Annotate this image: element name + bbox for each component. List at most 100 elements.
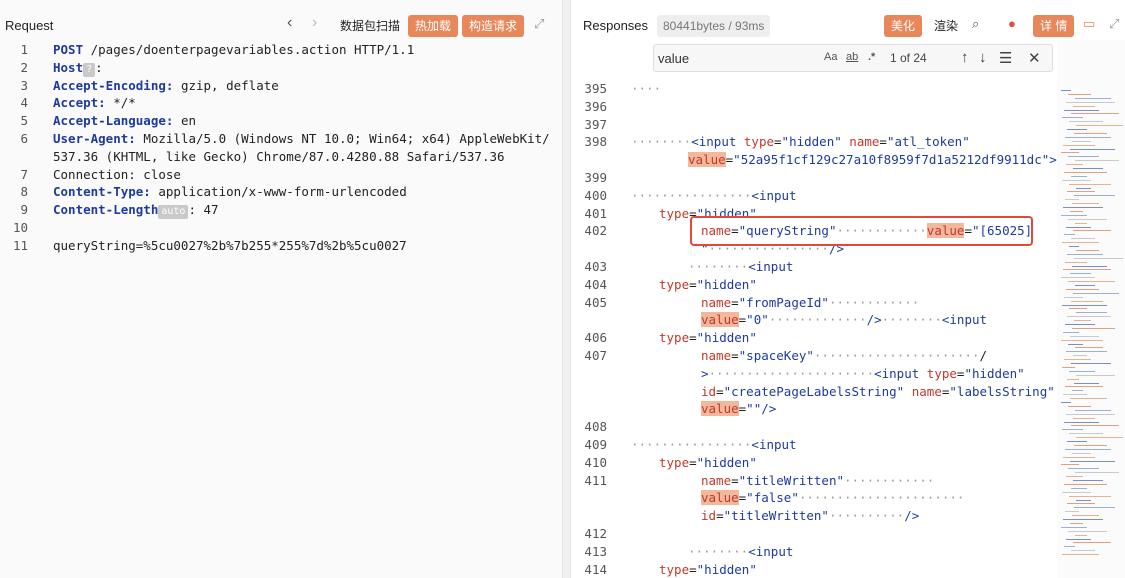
minimap-stroke [1070, 398, 1107, 400]
arrow-up-icon[interactable]: ↑ [961, 49, 969, 66]
chrome-icon[interactable]: ● [1008, 17, 1022, 31]
minimap-stroke [1064, 359, 1091, 361]
minimap-stroke [1064, 234, 1075, 236]
response-line: value="false"······················ [571, 489, 1125, 507]
minimap-stroke [1074, 444, 1107, 446]
minimap-stroke [1063, 144, 1095, 146]
minimap-stroke [1074, 257, 1123, 259]
line-number: 10 [12, 220, 28, 235]
request-line: 10 [0, 219, 562, 237]
line-number: 1 [20, 42, 28, 57]
response-line: 400 ················<input [571, 187, 1125, 205]
minimap-stroke [1075, 347, 1103, 349]
minimap-stroke [1073, 542, 1111, 544]
minimap-stroke [1072, 265, 1107, 267]
chevron-left-icon[interactable]: ‹ [287, 15, 292, 31]
minimap-stroke [1073, 292, 1119, 294]
detail-button[interactable]: 详 情 [1033, 15, 1075, 37]
line-text: POST /pages/doenterpagevariables.action … [53, 42, 415, 57]
response-line: 414 type="hidden" [571, 561, 1125, 578]
minimap-stroke [1062, 117, 1083, 119]
minimap-stroke [1075, 285, 1095, 286]
search-icon[interactable]: ⌕ [972, 17, 986, 31]
minimap-stroke [1076, 499, 1091, 501]
line-text: queryString=%5cu0027%2b%7b255*255%7d%2b%… [53, 237, 407, 253]
request-line: 11 queryString=%5cu0027%2b%7b255*255%7d%2… [0, 237, 562, 255]
minimap-stroke [1070, 148, 1115, 150]
minimap-stroke [1063, 519, 1103, 520]
minimap-stroke [1061, 464, 1079, 466]
arrow-down-icon[interactable]: ↓ [979, 49, 987, 66]
minimap-stroke [1069, 433, 1103, 435]
response-line: 403 ········<input [571, 258, 1125, 276]
minimap-stroke [1065, 448, 1111, 450]
minimap-stroke [1063, 394, 1087, 396]
header-badge[interactable]: ? [83, 62, 96, 77]
response-line: 413 ········<input [571, 543, 1125, 561]
minimap-stroke [1063, 207, 1103, 208]
line-number: 407 [584, 348, 607, 363]
response-pane: Responses 80441bytes / 93ms 美化 渲染 ⌕ ● 详 … [571, 0, 1125, 578]
minimap-stroke [1065, 199, 1079, 201]
minimap-stroke [1067, 441, 1087, 442]
chevron-right-icon[interactable]: › [312, 15, 317, 31]
response-line: 407 name="spaceKey"······················… [571, 347, 1125, 365]
whole-word-toggle[interactable]: ab [846, 51, 858, 63]
request-line: 9 Content-Length auto: 47 [0, 201, 562, 220]
minimap-stroke [1069, 308, 1087, 310]
line-number: 8 [20, 184, 28, 200]
scan-button[interactable]: 数据包扫描 [338, 15, 402, 37]
build-request-button[interactable]: 构造请求 [462, 15, 525, 37]
minimap-stroke [1061, 277, 1095, 279]
regex-toggle[interactable]: .* [868, 51, 875, 63]
minimap-stroke [1076, 187, 1091, 189]
minimap-stroke [1065, 386, 1103, 388]
minimap-stroke [1076, 437, 1123, 439]
request-line: 537.36 (KHTML, like Gecko) Chrome/87.0.4… [0, 148, 562, 166]
match-case-toggle[interactable]: Aa [824, 51, 837, 63]
line-number: 399 [584, 170, 607, 185]
minimap-stroke [1066, 413, 1115, 415]
minimap[interactable] [1057, 40, 1125, 578]
minimap-stroke [1064, 109, 1099, 111]
pane-splitter[interactable] [563, 0, 571, 578]
render-button[interactable]: 渲染 [932, 15, 960, 37]
minimap-stroke [1076, 312, 1107, 314]
find-input[interactable] [658, 48, 808, 68]
line-number: 398 [584, 134, 607, 150]
expand-icon[interactable]: ⤢ [1109, 17, 1123, 31]
minimap-stroke [1068, 530, 1107, 532]
beautify-button[interactable]: 美化 [884, 15, 923, 37]
header-badge[interactable]: auto [158, 205, 189, 220]
response-line: value="0"·············/>········<input [571, 311, 1125, 329]
expand-icon[interactable]: ⤢ [534, 17, 548, 31]
response-title: Responses [583, 18, 649, 33]
line-number: 406 [584, 330, 607, 346]
line-number: 396 [584, 98, 607, 114]
minimap-stroke [1068, 156, 1099, 158]
hot-reload-button[interactable]: 热加载 [408, 15, 459, 37]
close-icon[interactable]: ✕ [1028, 49, 1041, 67]
request-line: 4 Accept: */* [0, 94, 562, 112]
minimap-stroke [1074, 507, 1115, 509]
minimap-stroke [1065, 324, 1095, 325]
line-number: 400 [584, 187, 607, 203]
minimap-stroke [1062, 304, 1107, 306]
minimap-stroke [1067, 253, 1103, 255]
minimap-stroke [1064, 546, 1075, 548]
line-number: 5 [20, 113, 28, 129]
minimap-stroke [1075, 97, 1111, 99]
minimap-stroke [1066, 164, 1083, 166]
minimap-stroke [1062, 491, 1091, 493]
request-line: 2 Host?: [0, 59, 562, 77]
minimap-stroke [1064, 171, 1107, 173]
minimap-stroke [1073, 480, 1103, 481]
comment-icon[interactable]: ▭ [1083, 17, 1097, 31]
minimap-stroke [1064, 483, 1107, 485]
menu-lines-icon[interactable]: ☰ [999, 49, 1012, 67]
minimap-stroke [1068, 281, 1115, 283]
request-pane: Request ‹ › 数据包扫描 热加载 构造请求 ⤢ 1 POST /page… [0, 0, 563, 578]
request-line: 8 Content-Type: application/x-www-form-ur… [0, 183, 562, 201]
minimap-stroke [1073, 355, 1087, 357]
minimap-stroke [1066, 476, 1083, 478]
